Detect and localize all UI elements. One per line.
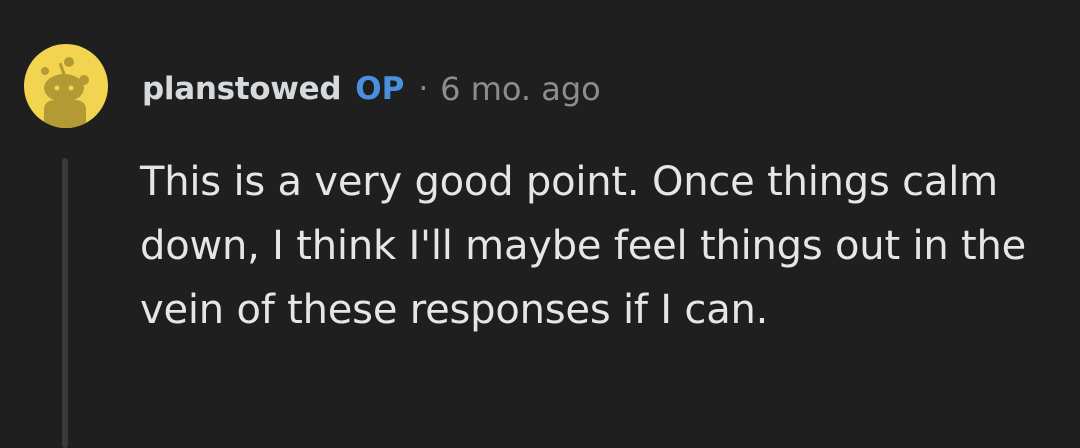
comment-meta: planstowed OP · 6 mo. ago xyxy=(142,66,601,112)
meta-separator: · xyxy=(418,71,429,107)
thread-collapse-line[interactable] xyxy=(62,158,68,448)
comment: planstowed OP · 6 mo. ago This is a very… xyxy=(0,0,1080,448)
comment-body: This is a very good point. Once things c… xyxy=(140,159,1027,333)
avatar[interactable] xyxy=(24,44,108,128)
username-link[interactable]: planstowed xyxy=(142,71,342,107)
op-badge: OP xyxy=(355,71,405,107)
comment-timestamp[interactable]: 6 mo. ago xyxy=(440,70,601,108)
reddit-snoo-avatar-icon xyxy=(41,57,89,128)
